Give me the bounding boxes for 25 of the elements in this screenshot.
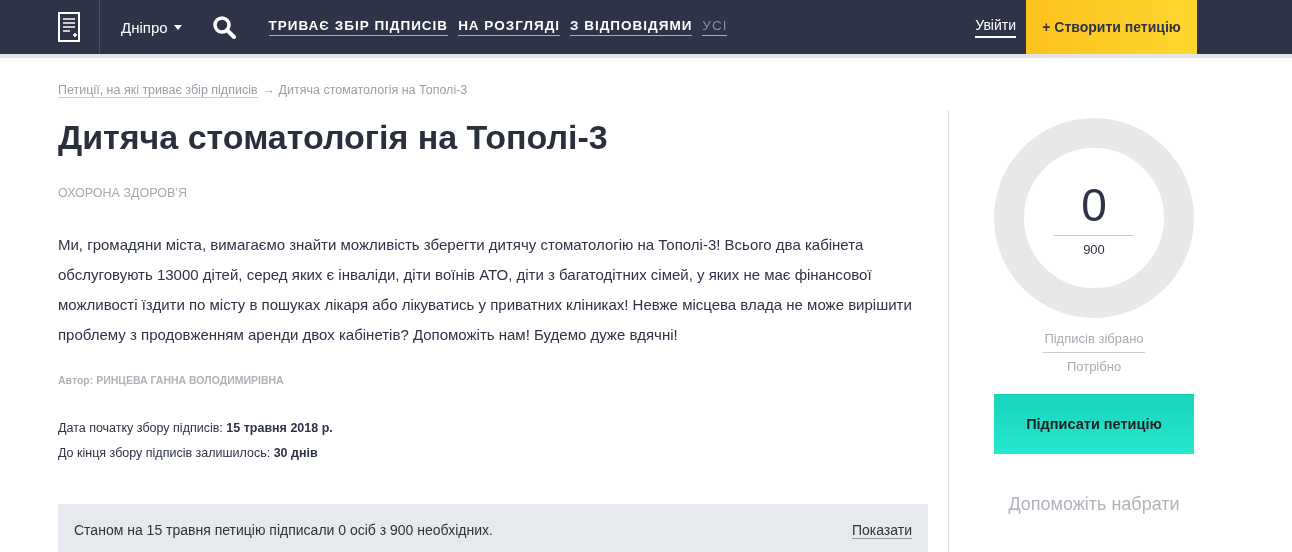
start-date: Дата початку збору підписів: 15 травня 2018 р. xyxy=(58,420,334,437)
nav-tab[interactable]: З ВІДПОВІДЯМИ xyxy=(570,18,693,36)
collected-label: Підписів зібрано xyxy=(1043,331,1145,353)
document-icon[interactable] xyxy=(57,12,80,42)
nav-tab[interactable]: НА РОЗГЛЯДІ xyxy=(458,18,561,36)
remaining-time: До кінця збору підписів залишилось: 30 днів xyxy=(58,445,319,462)
collected-count: 0 xyxy=(1054,179,1134,236)
nav-tab[interactable]: УСІ xyxy=(702,18,728,36)
needed-count: 900 xyxy=(1082,242,1106,257)
petition-author: Автор: РИНЦЕВА ГАННА ВОЛОДИМИРІВНА xyxy=(58,374,285,386)
city-dropdown[interactable]: Дніпро xyxy=(121,18,182,36)
search-icon[interactable] xyxy=(211,15,236,39)
help-text: Допоможіть набрати xyxy=(1008,494,1180,515)
petition-category: ОХОРОНА ЗДОРОВ’Я xyxy=(58,186,189,200)
breadcrumb-current: → Дитяча стоматологія на Тополі-3 xyxy=(262,83,468,98)
status-text: Станом на 15 травня петицію підписали 0 осіб з 900 необхідних. xyxy=(74,522,493,538)
nav-tab[interactable]: ТРИВАЄ ЗБІР ПІДПИСІВ xyxy=(268,18,449,36)
needed-label: Потрібно xyxy=(1066,359,1122,374)
petition-title: Дитяча стоматологія на Тополі-3 xyxy=(58,117,609,158)
petition-text: Ми, громадяни міста, вимагаємо знайти можливість зберегти дитячу стоматологію на Тополі-3! Всього два кабінета обслуговують 13000 дітей, серед яких є інваліди, діти воїнів АТО, діти з багатодітних сімей, у яких не має фінансової можливості їздити по місту в пошуках лікаря або лікуватись у приватних кліниках! Невже місцева влада не може вирішити проблему з продовженням аренди двох кабінетів? Допоможіть нам! Будемо дуже вдячні! xyxy=(58,235,913,345)
show-link[interactable]: Показати xyxy=(851,521,912,539)
login-link[interactable]: Увійти xyxy=(975,16,1016,38)
create-petition-button[interactable]: + Створити петицію xyxy=(1026,0,1197,54)
sign-petition-button[interactable]: Підписати петицію xyxy=(994,394,1194,454)
caret-icon xyxy=(173,24,182,30)
